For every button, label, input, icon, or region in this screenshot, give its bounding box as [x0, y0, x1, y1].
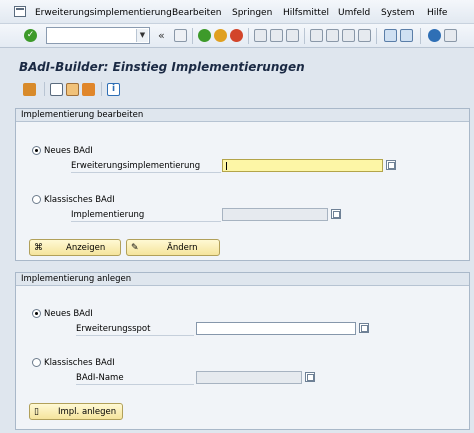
page-title: BAdI-Builder: Einstieg Implementierungen [19, 60, 305, 74]
window-menu-icon[interactable] [14, 6, 26, 17]
application-toolbar: i [15, 79, 474, 99]
value-help-icon[interactable] [305, 372, 315, 382]
radio-classic-badi-edit-label: Klassisches BAdI [44, 195, 115, 205]
menu-hilfe[interactable]: Hilfe [427, 8, 447, 18]
field-label-implementation: Implementierung [71, 210, 221, 222]
menu-umfeld[interactable]: Umfeld [338, 8, 370, 18]
change-button[interactable]: ✎ Ändern [126, 239, 220, 256]
new-document-icon: ▯ [34, 407, 39, 417]
customize-layout-icon[interactable] [444, 29, 457, 42]
group-edit-implementation: Implementierung bearbeiten Neues BAdI Er… [15, 108, 470, 261]
menu-hilfsmittel[interactable]: Hilfsmittel [283, 8, 329, 18]
radio-classic-badi-create[interactable] [32, 358, 41, 367]
info-icon[interactable]: i [107, 83, 120, 96]
last-page-icon[interactable] [358, 29, 371, 42]
exit-icon[interactable] [214, 29, 227, 42]
title-bar: BAdI-Builder: Einstieg Implementierungen [15, 55, 474, 79]
shortcut-icon[interactable] [400, 29, 413, 42]
radio-new-badi-create[interactable] [32, 309, 41, 318]
radio-new-badi-edit[interactable] [32, 146, 41, 155]
field-label-badi-name: BAdI-Name [76, 373, 194, 385]
next-page-icon[interactable] [342, 29, 355, 42]
group-create-header: Implementierung anlegen [16, 273, 469, 286]
badi-name-input [196, 371, 302, 384]
radio-classic-badi-edit[interactable] [32, 195, 41, 204]
cancel-icon[interactable] [230, 29, 243, 42]
value-help-icon[interactable] [386, 160, 396, 170]
menu-system[interactable]: System [381, 8, 415, 18]
find-icon[interactable] [270, 29, 283, 42]
enh-spot-input[interactable] [196, 322, 356, 335]
menu-erweiterungsimplementierung[interactable]: Erweiterungsimplementierung [35, 8, 172, 18]
back-icon[interactable] [198, 29, 211, 42]
group-create-implementation: Implementierung anlegen Neues BAdI Erwei… [15, 272, 470, 430]
implementation-input [222, 208, 328, 221]
pencil-icon: ✎ [131, 243, 139, 253]
find-next-icon[interactable] [286, 29, 299, 42]
new-session-icon[interactable] [384, 29, 397, 42]
create-impl-button[interactable]: ▯ Impl. anlegen [29, 403, 123, 420]
value-help-icon[interactable] [359, 323, 369, 333]
glasses-icon: ⌘ [34, 243, 43, 253]
command-field[interactable]: ▼ [46, 27, 150, 44]
field-label-enh-spot: Erweiterungsspot [76, 324, 194, 336]
field-label-enh-impl: Erweiterungsimplementierung [71, 161, 221, 173]
value-help-icon[interactable] [331, 209, 341, 219]
save-icon[interactable] [174, 29, 187, 42]
group-edit-header: Implementierung bearbeiten [16, 109, 469, 122]
command-dropdown-icon[interactable]: ▼ [136, 29, 148, 42]
display-button[interactable]: ⌘ Anzeigen [29, 239, 121, 256]
help-icon[interactable] [428, 29, 441, 42]
copy-icon[interactable] [66, 83, 79, 96]
menu-springen[interactable]: Springen [232, 8, 272, 18]
enter-icon[interactable]: ✓ [24, 29, 37, 42]
delete-icon[interactable] [50, 83, 63, 96]
menu-bar: Erweiterungsimplementierung Bearbeiten S… [0, 0, 474, 24]
first-page-icon[interactable] [310, 29, 323, 42]
enh-impl-input[interactable] [222, 159, 383, 172]
rename-icon[interactable] [82, 83, 95, 96]
print-icon[interactable] [254, 29, 267, 42]
radio-classic-badi-create-label: Klassisches BAdI [44, 358, 115, 368]
menu-bearbeiten[interactable]: Bearbeiten [172, 8, 221, 18]
other-object-icon[interactable] [23, 83, 36, 96]
radio-new-badi-edit-label: Neues BAdI [44, 146, 93, 156]
previous-page-icon[interactable] [326, 29, 339, 42]
command-history-button[interactable]: « [158, 29, 165, 42]
radio-new-badi-create-label: Neues BAdI [44, 309, 93, 319]
system-toolbar: ✓ ▼ « [0, 24, 474, 48]
